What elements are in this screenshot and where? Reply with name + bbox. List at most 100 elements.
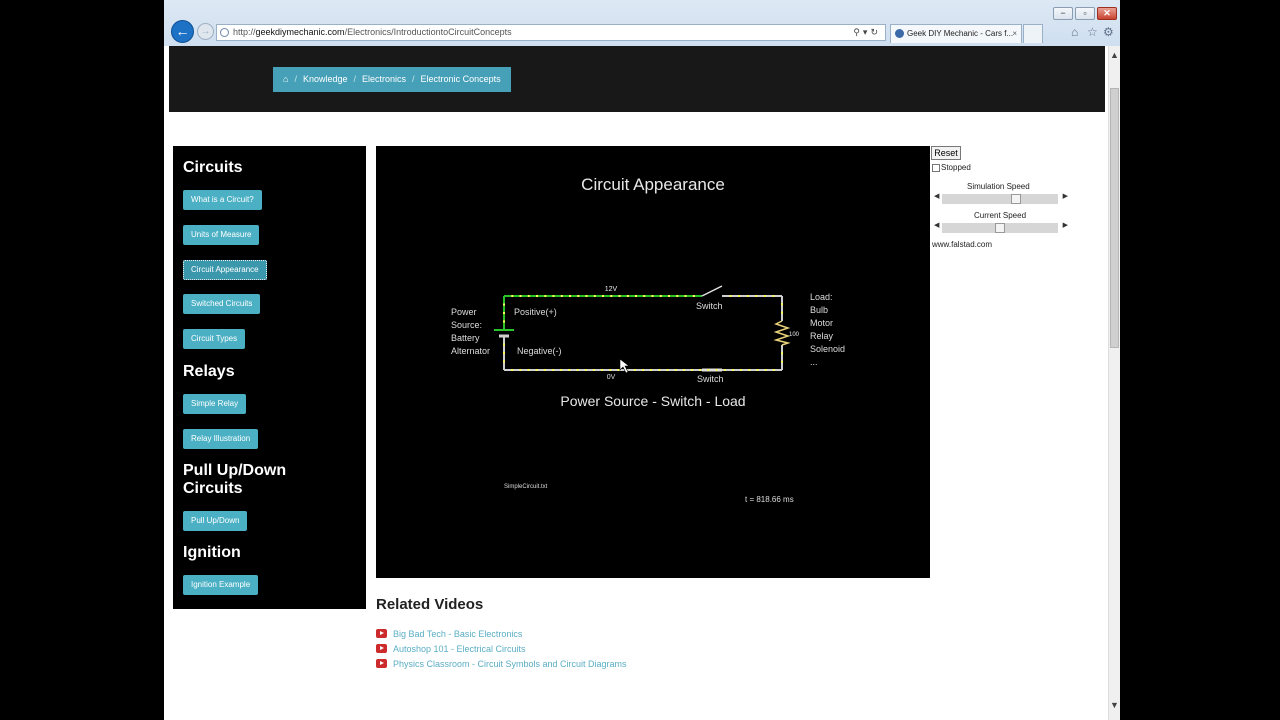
current-dot: [674, 369, 677, 371]
current-dot: [772, 295, 775, 297]
url-path: /Electronics/IntroductiontoCircuitConcep…: [344, 27, 512, 37]
current-dot: [519, 295, 522, 297]
falstad-credit: www.falstad.com: [932, 240, 993, 249]
current-dot: [684, 295, 687, 297]
sidebar-item-what-is-a-circuit[interactable]: What is a Circuit?: [183, 190, 262, 210]
related-video-link[interactable]: Big Bad Tech - Basic Electronics: [376, 628, 522, 640]
favorites-star-icon[interactable]: ☆: [1087, 25, 1098, 39]
current-dot: [746, 295, 749, 297]
sim-speed-slider[interactable]: ◀ ▶: [934, 192, 1068, 204]
power-source-line: Battery: [451, 333, 480, 343]
page-content: ⌂ / Knowledge / Electronics / Electronic Conce…: [164, 46, 1108, 720]
current-dot: [643, 295, 646, 297]
address-tools[interactable]: ⚲▾↻: [853, 25, 881, 40]
load-line: Solenoid: [810, 344, 845, 354]
current-dot: [560, 295, 563, 297]
scroll-thumb[interactable]: [1110, 88, 1119, 348]
circuit-simulator[interactable]: Circuit Appearance 100 12V 0V Switch Swi…: [376, 146, 930, 578]
scroll-up-icon[interactable]: ▲: [1109, 50, 1120, 60]
voltage-label-top: 12V: [605, 286, 618, 293]
sidebar-item-ignition-example[interactable]: Ignition Example: [183, 575, 259, 595]
maximize-button[interactable]: ▫: [1075, 7, 1095, 20]
tab-favicon-icon: [895, 29, 904, 38]
slider-right-arrow-icon[interactable]: ▶: [1063, 221, 1068, 229]
resistor-symbol: [773, 320, 791, 346]
current-dot: [519, 369, 522, 371]
home-icon[interactable]: ⌂: [283, 74, 288, 84]
related-videos-title: Related Videos: [376, 596, 484, 613]
current-dot: [503, 303, 505, 306]
slider-left-arrow-icon[interactable]: ◀: [934, 221, 939, 229]
current-dot: [781, 311, 783, 314]
related-video-link[interactable]: Autoshop 101 - Electrical Circuits: [376, 643, 526, 655]
current-dot: [536, 295, 538, 297]
related-video-link[interactable]: Physics Classroom - Circuit Symbols and …: [376, 658, 627, 670]
current-dot: [503, 352, 505, 354]
search-icon[interactable]: ⚲: [853, 27, 863, 37]
sidebar-item-circuit-appearance[interactable]: Circuit Appearance: [183, 260, 267, 280]
positive-label: Positive(+): [514, 307, 557, 317]
slider-left-arrow-icon[interactable]: ◀: [934, 192, 939, 200]
address-bar[interactable]: http://geekdiymechanic.com/Electronics/I…: [216, 24, 886, 41]
refresh-icon[interactable]: ↻: [870, 27, 881, 37]
current-dot: [635, 295, 637, 297]
slider-thumb[interactable]: [995, 223, 1005, 233]
current-dot: [626, 295, 629, 297]
current-dot: [543, 369, 546, 371]
current-dot: [738, 295, 741, 297]
current-dot: [503, 320, 505, 323]
breadcrumb-electronic-concepts[interactable]: Electronic Concepts: [421, 74, 501, 84]
minimize-button[interactable]: −: [1053, 7, 1073, 20]
back-button[interactable]: ←: [171, 20, 194, 43]
current-dot: [756, 369, 759, 371]
tab-geek-diy-mechanic[interactable]: Geek DIY Mechanic - Cars f... ×: [890, 24, 1022, 43]
breadcrumb-knowledge[interactable]: Knowledge: [303, 74, 348, 84]
current-dot: [577, 295, 580, 297]
current-dot: [781, 352, 783, 355]
current-dot: [651, 295, 654, 297]
breadcrumb: ⌂ / Knowledge / Electronics / Electronic Conce…: [273, 67, 511, 92]
slider-track: [942, 194, 1058, 204]
current-dot: [633, 369, 636, 371]
home-icon[interactable]: ⌂: [1071, 25, 1078, 39]
sim-speed-label: Simulation Speed: [967, 182, 1030, 191]
current-dot: [511, 369, 514, 371]
slider-right-arrow-icon[interactable]: ▶: [1063, 192, 1068, 200]
sidebar-item-simple-relay[interactable]: Simple Relay: [183, 394, 247, 414]
current-dot: [691, 369, 694, 371]
scroll-down-icon[interactable]: ▼: [1109, 700, 1120, 710]
current-dot: [569, 295, 571, 297]
current-speed-slider[interactable]: ◀ ▶: [934, 221, 1068, 233]
current-dot: [503, 312, 505, 314]
new-tab-button[interactable]: [1023, 24, 1043, 43]
youtube-icon: [376, 644, 387, 653]
stopped-checkbox[interactable]: [932, 164, 940, 172]
sidebar-item-circuit-types[interactable]: Circuit Types: [183, 329, 246, 349]
current-dot: [527, 295, 530, 297]
forward-button[interactable]: →: [197, 23, 214, 40]
load-line: Relay: [810, 331, 834, 341]
slider-thumb[interactable]: [1010, 194, 1021, 204]
title-bar: − ▫ ✕ ← → http://geekdiymechanic.com/Ele…: [164, 0, 1120, 47]
current-dot: [781, 360, 783, 363]
close-window-button[interactable]: ✕: [1097, 7, 1117, 20]
current-dot: [668, 295, 670, 297]
sidebar-item-pull-up-down[interactable]: Pull Up/Down: [183, 511, 248, 531]
current-dot: [552, 369, 555, 371]
resistor-value: 100: [789, 332, 800, 338]
current-dot: [692, 295, 695, 297]
tab-close-icon[interactable]: ×: [1012, 25, 1017, 42]
current-dot: [755, 295, 758, 297]
gear-icon[interactable]: ⚙: [1103, 25, 1114, 39]
sidebar-item-units-of-measure[interactable]: Units of Measure: [183, 225, 260, 245]
breadcrumb-electronics[interactable]: Electronics: [362, 74, 406, 84]
switch-symbol: [701, 285, 723, 372]
current-dot: [707, 369, 710, 371]
sidebar-item-relay-illustration[interactable]: Relay Illustration: [183, 429, 259, 449]
current-dot: [617, 369, 620, 371]
reset-button[interactable]: Reset: [931, 146, 961, 160]
sidebar-item-switched-circuits[interactable]: Switched Circuits: [183, 294, 261, 314]
current-dot: [676, 295, 679, 297]
current-dot: [781, 303, 783, 306]
page-scrollbar[interactable]: ▲ ▼: [1108, 46, 1120, 720]
